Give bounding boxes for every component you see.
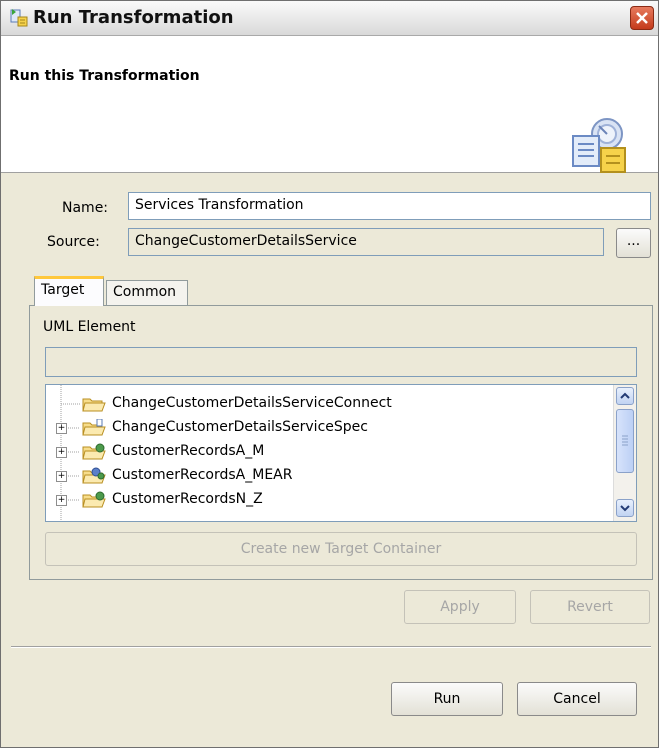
transformation-wizard-icon — [569, 116, 631, 178]
tree-item[interactable]: + CustomerRecordsN_Z — [46, 488, 606, 512]
tab-common[interactable]: Common — [106, 280, 188, 306]
tree-item-label: CustomerRecordsA_M — [112, 443, 265, 459]
tree-item-label: CustomerRecordsA_MEAR — [112, 467, 293, 483]
project-folder-icon — [82, 443, 106, 465]
tree-item-label: ChangeCustomerDetailsServiceConnect — [112, 395, 392, 411]
browse-source-button[interactable]: ... — [616, 228, 651, 258]
revert-button[interactable]: Revert — [530, 590, 650, 624]
ear-project-icon — [82, 467, 106, 489]
wizard-banner: Run this Transformation — [1, 36, 658, 173]
folder-open-icon — [82, 418, 106, 441]
cancel-button[interactable]: Cancel — [517, 682, 637, 716]
expand-icon[interactable]: + — [56, 423, 67, 434]
title-bar[interactable]: Run Transformation — [1, 1, 658, 36]
grip-icon — [622, 435, 628, 446]
name-label: Name: — [62, 200, 109, 216]
scroll-down-button[interactable] — [616, 499, 634, 517]
tree-item[interactable]: ChangeCustomerDetailsServiceConnect — [46, 392, 606, 416]
uml-element-field — [45, 347, 637, 377]
tree-item[interactable]: + CustomerRecordsA_M — [46, 440, 606, 464]
banner-title: Run this Transformation — [9, 68, 200, 84]
folder-open-icon — [82, 395, 106, 417]
project-folder-icon — [82, 491, 106, 513]
chevron-up-icon — [620, 392, 630, 399]
run-button[interactable]: Run — [391, 682, 503, 716]
name-field[interactable]: Services Transformation — [128, 192, 651, 220]
transformation-app-icon — [9, 8, 29, 28]
close-icon — [636, 12, 648, 24]
window-title: Run Transformation — [33, 7, 234, 28]
scroll-up-button[interactable] — [616, 387, 634, 405]
close-button[interactable] — [630, 6, 654, 30]
tree-item[interactable]: + CustomerRecordsA_MEAR — [46, 464, 606, 488]
expand-icon[interactable]: + — [56, 495, 67, 506]
expand-icon[interactable]: + — [56, 447, 67, 458]
separator — [11, 646, 651, 648]
expand-icon[interactable]: + — [56, 471, 67, 482]
run-transformation-dialog: Run Transformation Run this Transformati… — [0, 0, 659, 748]
tab-target[interactable]: Target — [34, 276, 104, 306]
source-label: Source: — [47, 234, 100, 250]
tree-scrollbar[interactable] — [613, 385, 636, 521]
tree-item[interactable]: + ChangeCustomerDetailsServiceSpec — [46, 416, 606, 440]
source-field: ChangeCustomerDetailsService — [128, 228, 604, 256]
target-container-tree[interactable]: ChangeCustomerDetailsServiceConnect + Ch… — [45, 384, 637, 522]
scroll-thumb[interactable] — [616, 409, 634, 473]
chevron-down-icon — [620, 505, 630, 512]
tree-item-label: CustomerRecordsN_Z — [112, 491, 263, 507]
tree-item-label: ChangeCustomerDetailsServiceSpec — [112, 419, 368, 435]
create-target-container-button[interactable]: Create new Target Container — [45, 532, 637, 566]
uml-element-label: UML Element — [43, 319, 136, 335]
apply-button[interactable]: Apply — [404, 590, 516, 624]
